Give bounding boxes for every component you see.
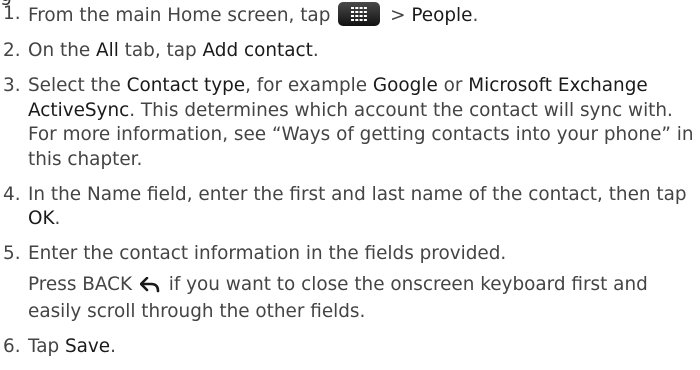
step-text-end: . (472, 5, 479, 26)
instructions-page: g 1. From the main Home screen, tap > Pe… (0, 0, 700, 362)
step-text: Select the (28, 75, 127, 96)
step-1: 1. From the main Home screen, tap > Peop… (0, 2, 700, 29)
step-text: Enter the contact information in the fie… (28, 243, 507, 264)
step-text-end: . (54, 208, 61, 229)
step-number: 4. (3, 183, 21, 205)
step-2: 2. On the All tab, tap Add contact. (0, 39, 700, 64)
step-5: 5. Enter the contact information in the … (0, 242, 700, 325)
step-text: From the main Home screen, tap (28, 5, 337, 26)
step-text-mid: or (437, 75, 469, 96)
step-text: On the (28, 40, 97, 61)
note-text: Press BACK (28, 273, 138, 295)
step-separator: > (384, 5, 412, 26)
google-label: Google (372, 75, 438, 96)
contact-type-label: Contact type (126, 75, 246, 96)
add-contact-label: Add contact (202, 40, 313, 61)
step-text-end: . (110, 336, 116, 357)
step-number: 5. (3, 243, 21, 264)
step-3: 3. Select the Contact type, for example … (0, 74, 700, 172)
step-number: 2. (3, 40, 21, 61)
step-number: 3. (3, 75, 21, 96)
ok-label: OK (28, 208, 55, 229)
back-arrow-icon (139, 276, 160, 301)
steps-list: 1. From the main Home screen, tap > Peop… (0, 2, 700, 370)
step-5-note: Press BACK if you want to close the onsc… (28, 273, 700, 325)
all-tab-label: All (96, 40, 119, 61)
step-text-end: . (312, 40, 319, 61)
step-number: 6. (3, 336, 21, 357)
step-text: Tap (28, 336, 65, 357)
all-apps-grid-icon (338, 2, 381, 26)
step-6: 6. Tap Save. (0, 335, 700, 360)
step-text-mid: tab, tap (118, 40, 203, 61)
step-text: In the Name field, enter the first and l… (28, 183, 687, 205)
step-number: 1. (3, 3, 21, 24)
save-label: Save (64, 336, 111, 357)
people-label: People (411, 5, 473, 26)
step-4: 4. In the Name field, enter the first an… (0, 183, 700, 232)
step-text-mid: , for example (245, 75, 373, 96)
